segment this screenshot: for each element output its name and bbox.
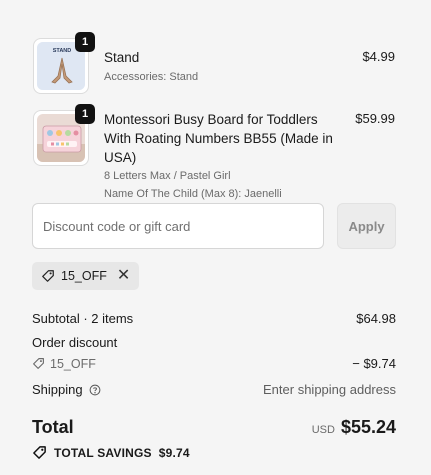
shipping-row: Shipping Enter shipping address xyxy=(32,382,396,397)
tag-icon xyxy=(32,445,47,460)
total-savings-label: TOTAL SAVINGS xyxy=(54,445,152,460)
total-savings-value: $9.74 xyxy=(158,445,190,460)
stand-image-label: STAND xyxy=(53,48,72,54)
order-discount-title-row: Order discount xyxy=(32,335,396,350)
applied-discount-chip: 15_OFF ✕ xyxy=(32,262,140,290)
quantity-badge: 1 xyxy=(75,32,95,52)
line-item-stand: STAND 1 Stand Accessories: Stand $4.99 xyxy=(33,32,395,94)
item-price: $4.99 xyxy=(362,49,395,64)
apply-discount-button[interactable]: Apply xyxy=(337,203,396,249)
shipping-label: Shipping xyxy=(32,382,83,397)
shipping-value: Enter shipping address xyxy=(263,382,396,397)
item-price: $59.99 xyxy=(355,111,395,126)
tag-icon xyxy=(41,269,55,283)
order-discount-row: 15_OFF − $9.74 xyxy=(32,356,396,371)
applied-discount-code: 15_OFF xyxy=(61,269,107,283)
total-value: $55.24 xyxy=(340,417,396,437)
order-discount-value: − $9.74 xyxy=(352,356,396,371)
remove-discount-close-icon[interactable]: ✕ xyxy=(117,268,130,284)
total-savings: TOTAL SAVINGS $9.74 xyxy=(32,445,190,460)
line-item-busy-board: 1 Montessori Busy Board for Toddlers Wit… xyxy=(33,104,395,203)
tag-icon xyxy=(32,357,45,370)
help-icon[interactable] xyxy=(89,384,101,396)
total-row: Total USD $55.24 xyxy=(32,417,396,438)
item-variant: Accessories: Stand xyxy=(104,71,199,83)
item-variant: 8 Letters Max / Pastel Girl xyxy=(104,170,231,182)
item-title: Stand xyxy=(104,50,140,65)
currency-code: USD xyxy=(311,424,335,436)
product-thumbnail: 1 xyxy=(33,104,95,166)
order-discount-code: 15_OFF xyxy=(50,356,96,371)
subtotal-row: Subtotal · 2 items $64.98 xyxy=(32,311,396,326)
discount-code-input[interactable] xyxy=(32,203,324,249)
item-title: Montessori Busy Board for Toddlers With … xyxy=(104,112,333,165)
order-discount-label: Order discount xyxy=(32,335,118,350)
product-thumbnail: STAND 1 xyxy=(33,32,95,94)
subtotal-value: $64.98 xyxy=(356,311,396,326)
total-label: Total xyxy=(32,417,74,437)
quantity-badge: 1 xyxy=(75,104,95,124)
subtotal-label: Subtotal · 2 items xyxy=(32,311,134,326)
discount-form: Apply xyxy=(32,203,396,249)
item-personalization: Name Of The Child (Max 8): Jaenelli xyxy=(104,188,282,200)
